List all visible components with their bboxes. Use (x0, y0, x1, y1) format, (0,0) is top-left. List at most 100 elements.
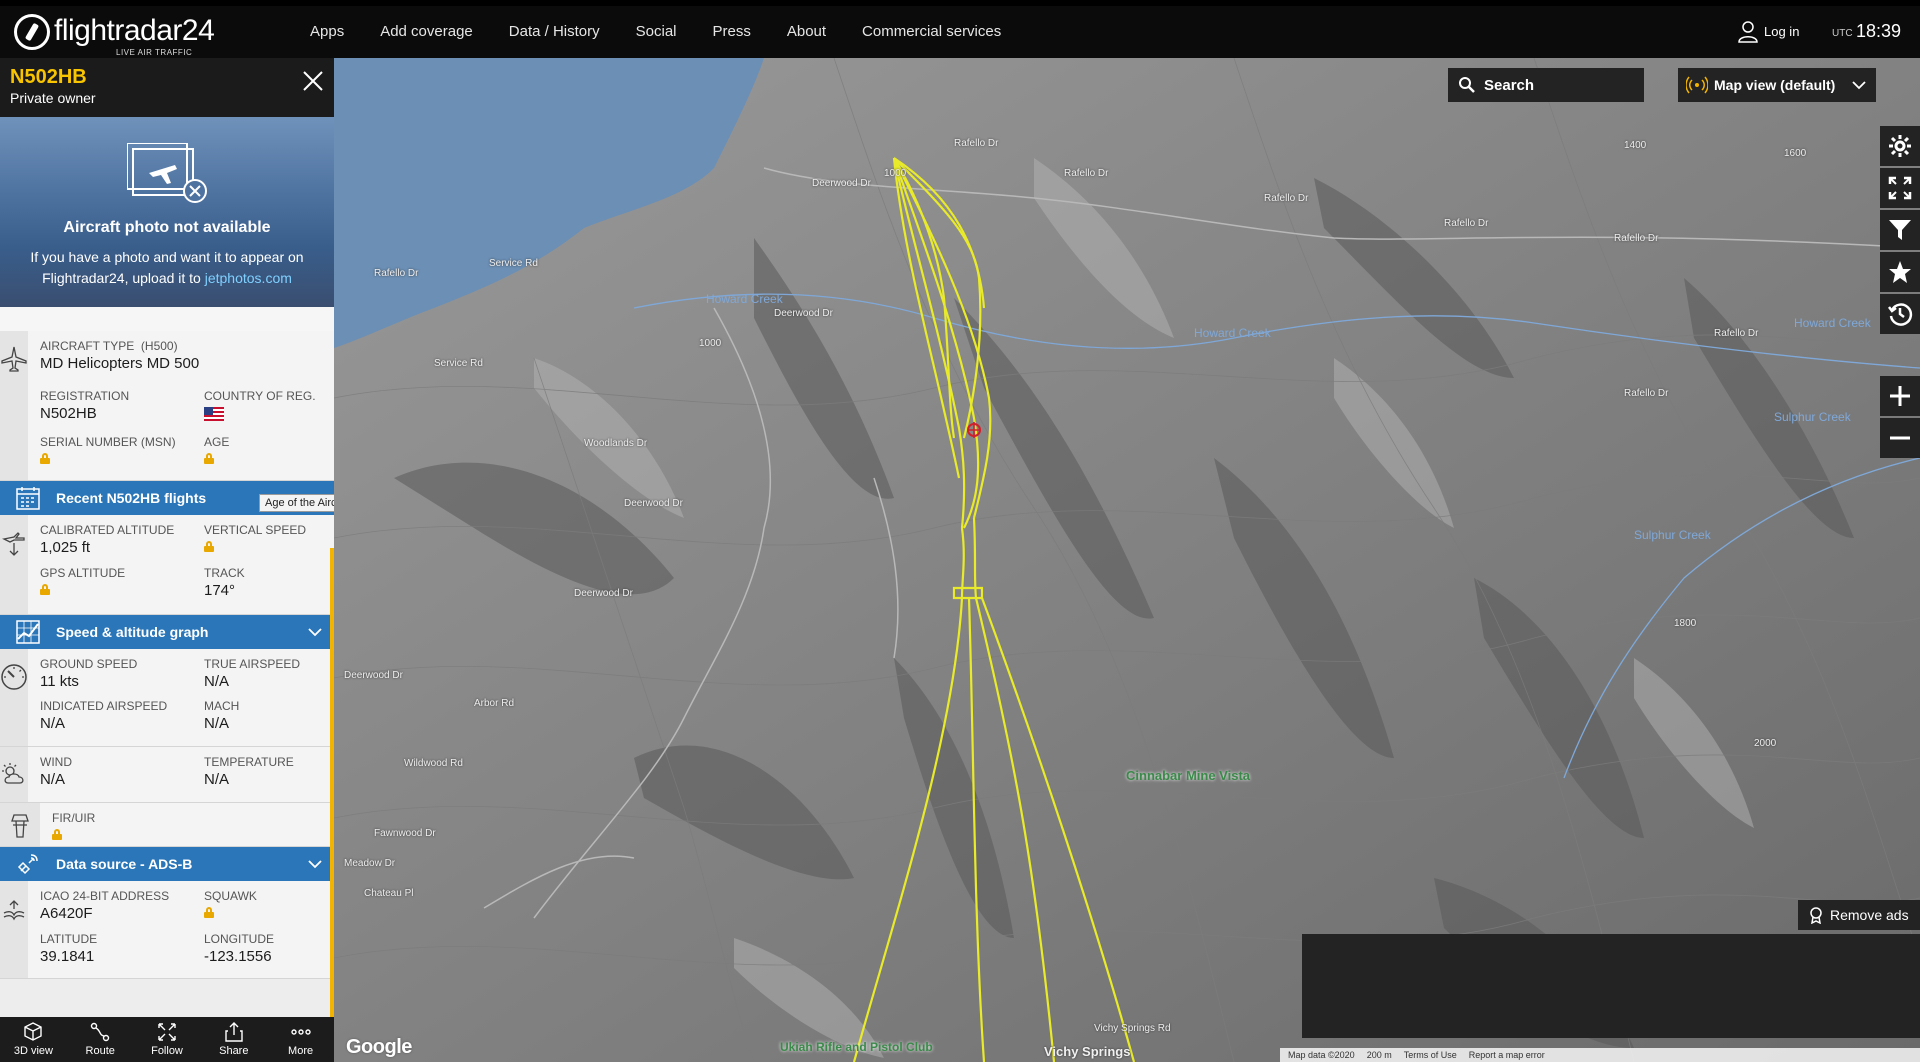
more-button[interactable]: More (267, 1017, 334, 1062)
share-button[interactable]: Share (200, 1017, 267, 1062)
lock-icon[interactable] (40, 453, 50, 464)
photo-unavailable-icon (127, 143, 207, 203)
jetphotos-link[interactable]: jetphotos.com (205, 270, 292, 286)
road-label: Rafello Dr (374, 268, 419, 279)
playback-button[interactable] (1880, 294, 1920, 334)
follow-icon (158, 1023, 176, 1041)
road-label: Deerwood Dr (774, 308, 833, 319)
minus-icon (1890, 436, 1910, 440)
lock-icon[interactable] (40, 584, 50, 595)
aircraft-info-panel: N502HB Private owner Aircraft photo not … (0, 58, 334, 1062)
remove-ads-button[interactable]: Remove ads (1798, 900, 1920, 930)
calendar-icon (16, 487, 40, 510)
route-button[interactable]: Route (67, 1017, 134, 1062)
fullscreen-button[interactable] (1880, 168, 1920, 208)
creek-label: Howard Creek (1794, 316, 1871, 330)
signal-icon (3, 900, 25, 921)
nav-apps[interactable]: Apps (292, 6, 362, 58)
registration-value: N502HB (40, 405, 97, 422)
search-button[interactable]: Search (1448, 68, 1644, 102)
aircraft-photo-placeholder: Aircraft photo not available If you have… (0, 117, 334, 307)
mach-value: N/A (204, 715, 230, 732)
road-label: Service Rd (489, 258, 538, 269)
ground-speed-label: GROUND SPEED (40, 657, 138, 671)
lock-icon[interactable] (204, 907, 214, 918)
nav-social[interactable]: Social (618, 6, 695, 58)
speed-altitude-graph-bar[interactable]: Speed & altitude graph (0, 615, 334, 649)
lock-icon[interactable] (204, 541, 214, 552)
remove-ads-label: Remove ads (1830, 907, 1909, 923)
creek-label: Howard Creek (706, 292, 783, 306)
more-label: More (288, 1045, 314, 1057)
lock-icon[interactable] (204, 453, 214, 464)
nav-data-history[interactable]: Data / History (491, 6, 618, 58)
terms-of-use-link[interactable]: Terms of Use (1404, 1050, 1457, 1060)
settings-button[interactable] (1880, 126, 1920, 166)
latitude-label: LATITUDE (40, 932, 98, 946)
road-label: Service Rd (434, 358, 483, 369)
poi-label[interactable]: Ukiah Rifle and Pistol Club (780, 1040, 940, 1054)
utc-time: 18:39 (1856, 21, 1902, 41)
calibrated-altitude-value: 1,025 ft (40, 539, 91, 556)
icao-address-value: A6420F (40, 905, 93, 922)
3d-view-button[interactable]: 3D view (0, 1017, 67, 1062)
login-button[interactable]: Log in (1738, 6, 1799, 58)
data-source-label: Data source - ADS-B (56, 856, 193, 872)
indicated-airspeed-label: INDICATED AIRSPEED (40, 699, 168, 713)
data-source-bar[interactable]: Data source - ADS-B (0, 847, 334, 881)
ad-placeholder (1302, 934, 1920, 1038)
ground-speed-value: 11 kts (40, 673, 79, 690)
age-label: AGE (204, 435, 230, 449)
map-data-copyright: Map data ©2020 (1288, 1050, 1355, 1060)
badge-icon (1810, 907, 1822, 924)
lock-icon[interactable] (52, 829, 62, 840)
filter-button[interactable] (1880, 210, 1920, 250)
main-nav: Apps Add coverage Data / History Social … (292, 6, 1019, 58)
track-value: 174° (204, 582, 236, 599)
road-label: Chateau Pl (364, 888, 414, 899)
poi-label[interactable]: Cinnabar Mine Vista (1126, 768, 1250, 783)
route-icon (90, 1022, 110, 1042)
follow-button[interactable]: Follow (134, 1017, 201, 1062)
panel-header: N502HB Private owner (0, 58, 334, 117)
follow-label: Follow (151, 1045, 183, 1057)
elevation-label: 2000 (1754, 738, 1777, 749)
flightradar24-logo[interactable]: flightradar24 LIVE AIR TRAFFIC (14, 12, 215, 57)
weather-section: WIND N/A TEMPERATURE N/A (0, 747, 334, 803)
map-view-dropdown[interactable]: Map view (default) (1678, 68, 1876, 102)
search-label: Search (1484, 76, 1535, 94)
top-navigation-bar: flightradar24 LIVE AIR TRAFFIC Apps Add … (0, 6, 1920, 58)
speed-section: GROUND SPEED 11 kts TRUE AIRSPEED N/A INDI… (0, 649, 334, 747)
login-label: Log in (1764, 24, 1800, 39)
speed-altitude-graph-label: Speed & altitude graph (56, 624, 209, 640)
google-logo[interactable]: Google (346, 1036, 412, 1059)
road-label: Rafello Dr (1444, 218, 1489, 229)
photo-upload-message: If you have a photo and want it to appea… (10, 247, 324, 289)
wind-label: WIND (40, 755, 72, 769)
satellite-icon (17, 854, 38, 875)
longitude-label: LONGITUDE (204, 932, 275, 946)
zoom-out-button[interactable] (1880, 418, 1920, 458)
nav-about[interactable]: About (769, 6, 844, 58)
road-label: Meadow Dr (344, 858, 396, 869)
history-icon (1888, 303, 1913, 326)
nav-commercial-services[interactable]: Commercial services (844, 6, 1019, 58)
fir-uir-label: FIR/UIR (52, 811, 96, 825)
route-label: Route (85, 1045, 115, 1057)
nav-add-coverage[interactable]: Add coverage (362, 6, 491, 58)
zoom-in-button[interactable] (1880, 376, 1920, 416)
gps-altitude-label: GPS ALTITUDE (40, 566, 126, 580)
panel-action-bar: 3D view Route Follow Share More (0, 1017, 334, 1062)
nav-press[interactable]: Press (695, 6, 769, 58)
recent-flights-label: Recent N502HB flights (56, 490, 207, 506)
bookmarks-button[interactable] (1880, 252, 1920, 292)
chevron-down-icon (308, 860, 322, 869)
report-map-error-link[interactable]: Report a map error (1469, 1050, 1545, 1060)
temperature-value: N/A (204, 771, 230, 788)
map-scale[interactable]: 200 m (1367, 1050, 1392, 1060)
creek-label: Sulphur Creek (1634, 528, 1711, 542)
road-label: Rafello Dr (1714, 328, 1759, 339)
flight-map[interactable]: Deerwood Dr Rafello Dr Rafello Dr Rafell… (334, 58, 1920, 1062)
close-icon[interactable] (300, 68, 326, 94)
adsb-section: ICAO 24-BIT ADDRESS A6420F SQUAWK LATITUD… (0, 881, 334, 979)
